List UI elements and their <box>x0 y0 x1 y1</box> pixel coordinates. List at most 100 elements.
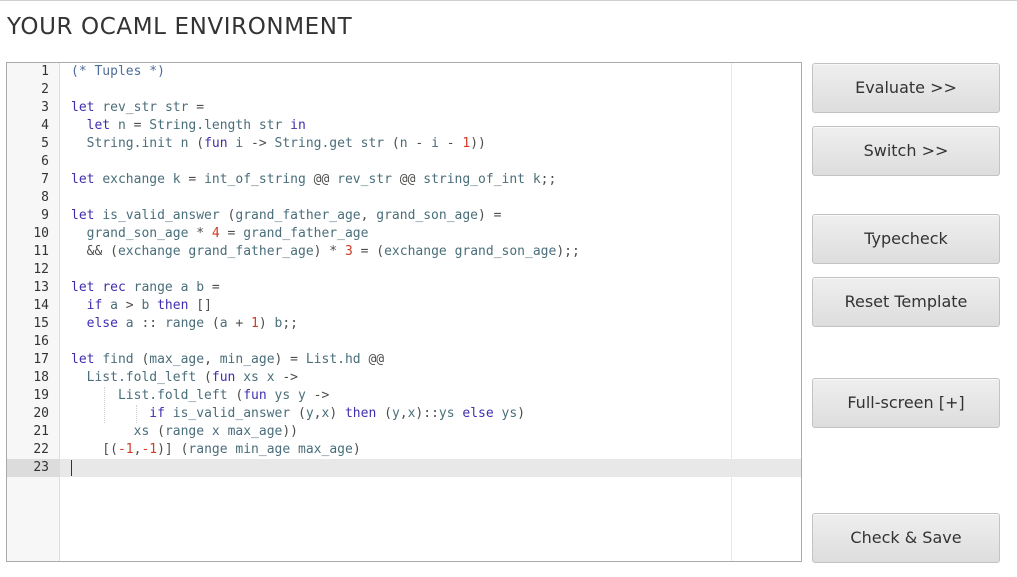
line-number: 2 <box>41 82 49 97</box>
code-token: @@ <box>305 172 338 187</box>
code-token: grand_father_age <box>243 226 369 241</box>
code-token: range <box>188 442 228 457</box>
code-token: a <box>110 298 118 313</box>
code-token: ( <box>376 406 392 421</box>
code-token: ys <box>438 406 455 421</box>
line-number: 23 <box>33 460 49 475</box>
code-token: fun <box>243 388 267 403</box>
code-token: a <box>219 316 228 331</box>
code-line: 20 if is_valid_answer (y,x) then (y,x)::… <box>7 405 801 423</box>
code-token: let <box>71 208 95 223</box>
code-token: exchange <box>102 172 165 187</box>
code-token: - <box>407 136 432 151</box>
code-token: y <box>305 406 314 421</box>
code-token: max_age <box>298 442 353 457</box>
code-token: ys <box>501 406 518 421</box>
code-token: ( <box>196 370 212 385</box>
top-divider <box>0 0 1017 1</box>
code-token: exchange <box>384 244 447 259</box>
code-token: = <box>125 118 150 133</box>
code-line: 5 String.init n (fun i -> String.get str… <box>7 135 801 153</box>
code-text: List.fold_left (fun xs x -> <box>71 369 298 387</box>
code-token: , <box>399 406 408 421</box>
code-token: 1 <box>251 316 259 331</box>
code-token: let <box>71 280 95 295</box>
code-editor[interactable]: 1 (* Tuples *) 2 3 let rev_str str = 4 let n … <box>6 62 802 562</box>
line-number: 10 <box>33 226 49 241</box>
code-token: string_of_int <box>423 172 525 187</box>
code-token: ;; <box>282 316 299 331</box>
code-token: grand_father_age <box>188 244 314 259</box>
code-token: k <box>532 172 541 187</box>
fullscreen-button[interactable]: Full-screen [+] <box>812 378 1000 428</box>
code-token: exchange <box>117 244 181 259</box>
typecheck-button[interactable]: Typecheck <box>812 214 1000 264</box>
line-number: 5 <box>41 136 49 151</box>
code-token: grand_father_age <box>235 208 361 223</box>
switch-button[interactable]: Switch >> <box>812 126 1000 176</box>
line-number: 19 <box>33 388 49 403</box>
code-token: + <box>227 316 252 331</box>
code-line: 22 [(-1,-1)] (range min_age max_age) <box>7 441 801 459</box>
reset-template-button[interactable]: Reset Template <box>812 277 1000 327</box>
code-token: ):: <box>415 406 439 421</box>
code-token: ) <box>258 316 275 331</box>
line-number: 20 <box>33 406 49 421</box>
code-token: @@ <box>391 172 424 187</box>
code-token: grand_son_age <box>454 244 557 259</box>
line-number: 3 <box>41 100 49 115</box>
code-token: y <box>298 388 306 403</box>
code-token: ;; <box>540 172 557 187</box>
code-line: 21 xs (range x max_age)) <box>7 423 801 441</box>
line-number: 21 <box>33 424 49 439</box>
code-line: 1 (* Tuples *) <box>7 63 801 81</box>
code-token: ) = <box>478 208 502 223</box>
code-token: ) = <box>274 352 306 367</box>
line-number: 22 <box>33 442 49 457</box>
line-number: 17 <box>33 352 49 367</box>
code-token: range <box>133 280 173 295</box>
code-token: );; <box>556 244 580 259</box>
code-token: max_age <box>227 424 283 439</box>
code-line: 6 <box>7 153 801 171</box>
code-token: ) <box>517 406 526 421</box>
code-token: in <box>290 118 306 133</box>
code-line: 8 <box>7 189 801 207</box>
line-number: 9 <box>41 208 49 223</box>
code-token: = <box>219 226 244 241</box>
code-token: :: <box>133 316 165 331</box>
code-token: i <box>431 136 439 151</box>
code-token: , <box>204 352 220 367</box>
code-token: int_of_string <box>204 172 306 187</box>
code-token: rev_str <box>102 100 158 115</box>
code-token: min_age <box>235 442 291 457</box>
code-line: 15 else a :: range (a + 1) b;; <box>7 315 801 333</box>
evaluate-button[interactable]: Evaluate >> <box>812 63 1000 113</box>
code-text: [(-1,-1)] (range min_age max_age) <box>71 441 360 459</box>
code-token: a <box>125 316 134 331</box>
line-number: 11 <box>33 244 49 259</box>
code-token: y <box>391 406 400 421</box>
code-token: ( <box>133 352 150 367</box>
code-token: grand_son_age <box>86 226 189 241</box>
check-and-save-button[interactable]: Check & Save <box>812 513 1000 563</box>
code-text: grand_son_age * 4 = grand_father_age <box>71 225 369 243</box>
